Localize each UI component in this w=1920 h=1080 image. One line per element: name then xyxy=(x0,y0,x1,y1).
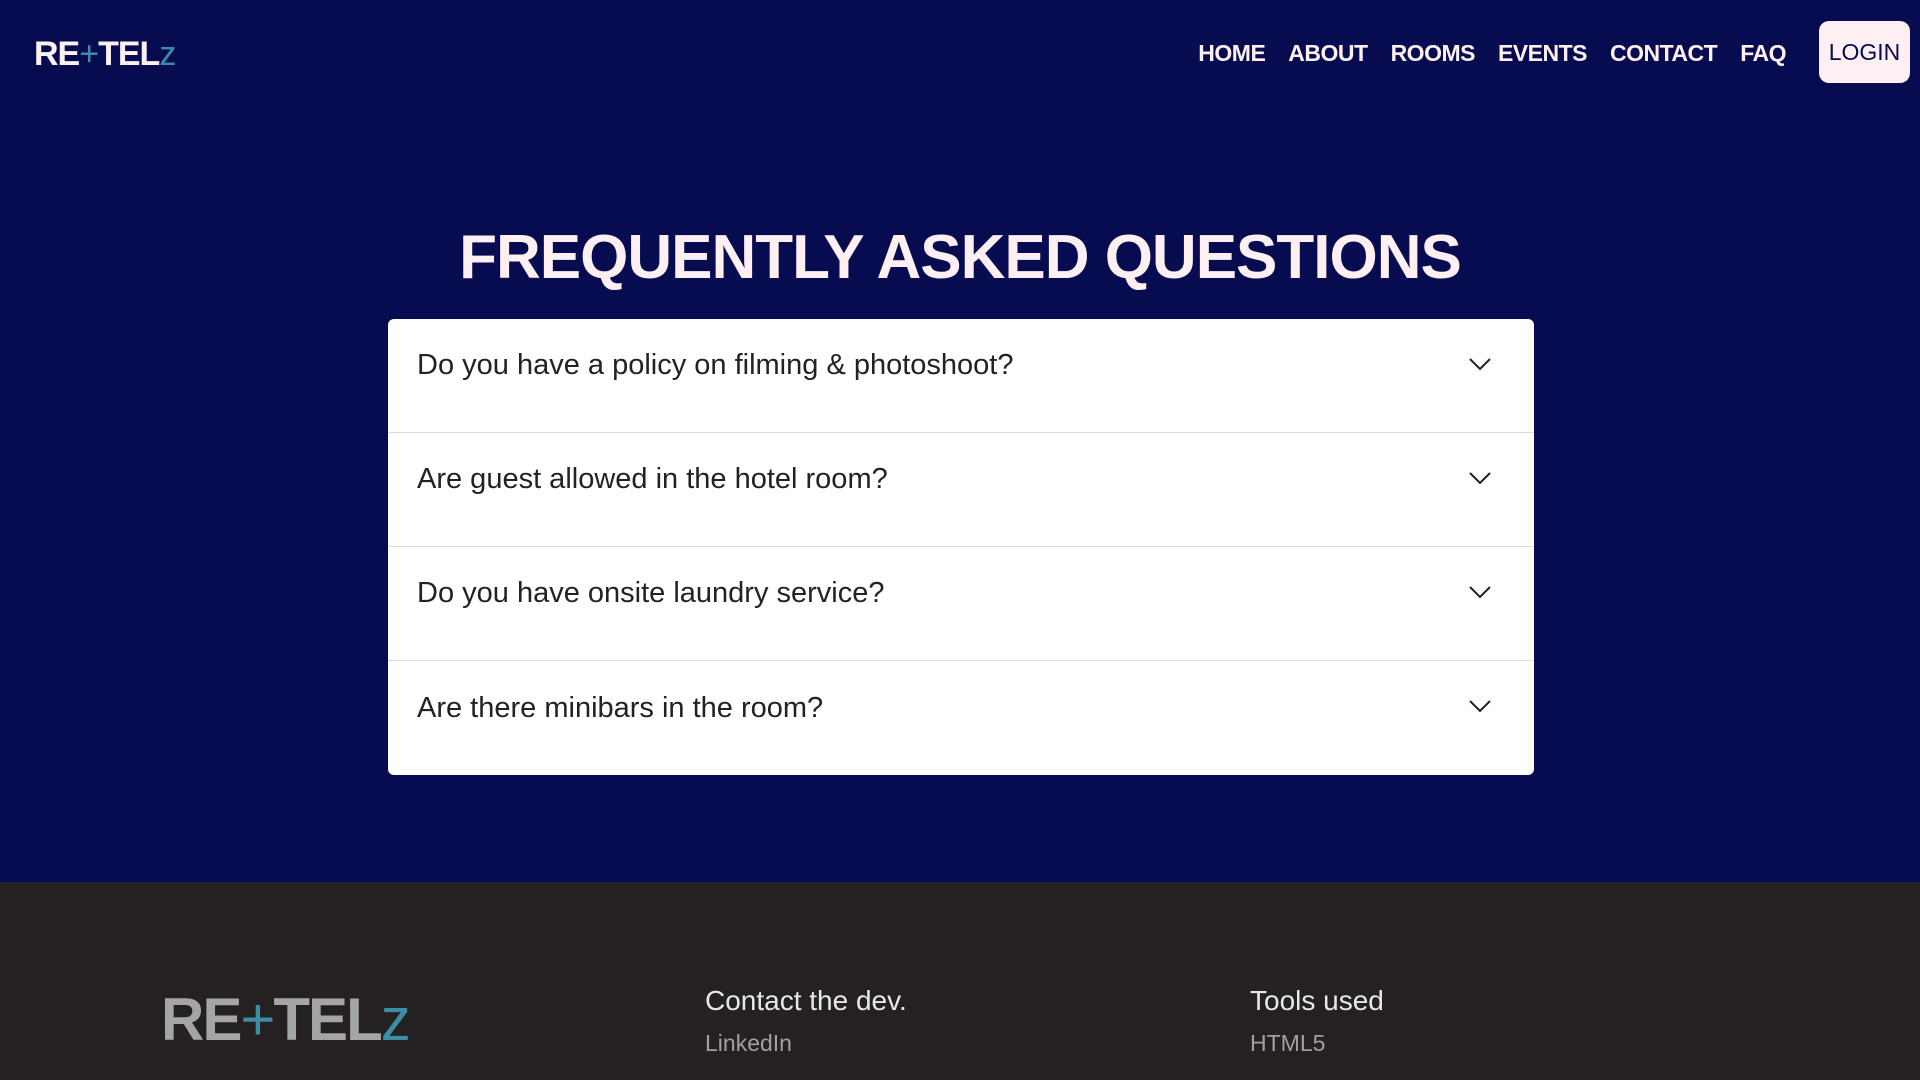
brand-plus: + xyxy=(79,35,99,73)
brand-text-tel: TEL xyxy=(98,35,160,73)
nav-events-link[interactable]: EVENTS xyxy=(1498,38,1588,68)
site-footer: RE+TELz Contact the dev. LinkedIn Tools … xyxy=(0,882,1920,1080)
faq-question: Are guest allowed in the hotel room? xyxy=(417,463,888,495)
footer-brand-plus: + xyxy=(240,986,275,1053)
brand-text-re: RE xyxy=(34,35,80,73)
top-navbar: RE+TELz HOME ABOUT ROOMS EVENTS CONTACT … xyxy=(0,0,1920,108)
footer-brand-z: z xyxy=(380,986,411,1053)
faq-item[interactable]: Do you have onsite laundry service? xyxy=(388,547,1534,661)
faq-title: FREQUENTLY ASKED QUESTIONS xyxy=(459,223,1462,292)
chevron-down-icon[interactable] xyxy=(1468,470,1492,486)
brand-logo[interactable]: RE+TELz xyxy=(34,34,176,74)
nav-about-link[interactable]: ABOUT xyxy=(1288,38,1368,68)
nav-faq-link[interactable]: FAQ xyxy=(1740,38,1786,68)
footer-brand-tel: TEL xyxy=(273,986,382,1053)
login-button[interactable]: LOGIN xyxy=(1819,21,1910,83)
faq-item[interactable]: Are guest allowed in the hotel room? xyxy=(388,433,1534,547)
footer-tools-column: Tools used HTML5 xyxy=(1250,983,1384,1058)
nav-rooms-link[interactable]: ROOMS xyxy=(1391,38,1476,68)
footer-brand-re: RE xyxy=(161,986,242,1053)
chevron-down-icon[interactable] xyxy=(1468,698,1492,714)
brand-z: z xyxy=(159,35,176,73)
faq-question: Are there minibars in the room? xyxy=(417,691,824,724)
faq-item[interactable]: Are there minibars in the room? xyxy=(388,661,1534,775)
faq-accordion: Do you have a policy on filming & photos… xyxy=(388,319,1534,775)
footer-contact-heading: Contact the dev. xyxy=(705,985,907,1016)
footer-contact-column: Contact the dev. LinkedIn xyxy=(705,983,907,1058)
footer-logo: RE+TELz xyxy=(161,986,411,1053)
faq-item[interactable]: Do you have a policy on filming & photos… xyxy=(388,319,1534,433)
nav-contact-link[interactable]: CONTACT xyxy=(1610,38,1718,68)
linkedin-link[interactable]: LinkedIn xyxy=(705,1028,907,1058)
tool-html5-link[interactable]: HTML5 xyxy=(1250,1028,1384,1058)
chevron-down-icon[interactable] xyxy=(1468,356,1492,372)
nav-home-link[interactable]: HOME xyxy=(1198,38,1266,68)
chevron-down-icon[interactable] xyxy=(1468,584,1492,600)
footer-tools-heading: Tools used xyxy=(1250,985,1384,1016)
faq-question: Do you have a policy on filming & photos… xyxy=(417,349,1014,381)
nav-menu: HOME ABOUT ROOMS EVENTS CONTACT FAQ xyxy=(1198,38,1786,68)
faq-question: Do you have onsite laundry service? xyxy=(417,577,885,609)
